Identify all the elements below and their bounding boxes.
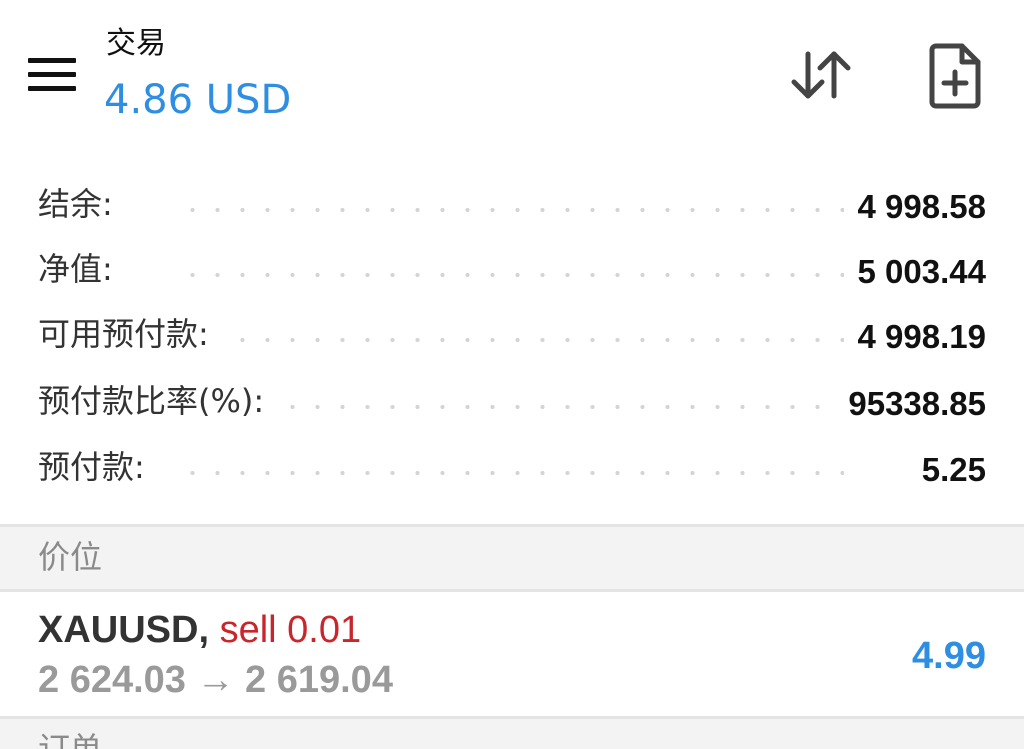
file-plus-icon bbox=[929, 43, 981, 109]
dotted-leader bbox=[180, 338, 844, 342]
free-margin-row: 可用预付款: 4 998.19 bbox=[0, 308, 1024, 362]
margin-row: 预付款: 5.25 bbox=[0, 441, 1024, 495]
dotted-leader bbox=[180, 208, 844, 212]
dotted-leader bbox=[180, 273, 844, 277]
equity-row: 净值: 5 003.44 bbox=[0, 243, 1024, 297]
dotted-leader bbox=[180, 405, 844, 409]
row-value: 95338.85 bbox=[834, 383, 986, 425]
row-label: 可用预付款: bbox=[38, 314, 223, 354]
row-label: 预付款比率(%): bbox=[38, 381, 279, 421]
total-profit: 4.86 USD bbox=[104, 77, 292, 123]
balance-row: 结余: 4 998.58 bbox=[0, 178, 1024, 232]
row-value: 5.25 bbox=[907, 449, 986, 491]
row-value: 4 998.58 bbox=[843, 186, 986, 228]
row-label: 净值: bbox=[38, 249, 127, 289]
position-symbol: XAUUSD, bbox=[38, 609, 210, 651]
position-side: sell 0.01 bbox=[219, 609, 362, 651]
page-title: 交易 bbox=[106, 26, 166, 61]
row-label: 预付款: bbox=[38, 447, 159, 487]
sort-button[interactable] bbox=[786, 46, 856, 104]
position-prices: 2 624.03 → 2 619.04 bbox=[38, 659, 393, 701]
app-header: 交易 4.86 USD bbox=[0, 0, 1024, 150]
dotted-leader bbox=[180, 471, 844, 475]
orders-section-header[interactable]: 订单 bbox=[0, 716, 1024, 749]
positions-section-header[interactable]: 价位 bbox=[0, 524, 1024, 592]
sort-arrows-icon bbox=[791, 51, 851, 99]
position-row[interactable]: XAUUSD, sell 0.01 2 624.03 → 2 619.04 4.… bbox=[0, 594, 1024, 718]
row-value: 5 003.44 bbox=[843, 251, 986, 293]
row-value: 4 998.19 bbox=[843, 316, 986, 358]
position-title: XAUUSD, sell 0.01 bbox=[38, 608, 361, 654]
position-profit: 4.99 bbox=[912, 635, 986, 677]
menu-button[interactable] bbox=[22, 52, 82, 98]
section-title: 订单 bbox=[38, 730, 103, 749]
margin-level-row: 预付款比率(%): 95338.85 bbox=[0, 375, 1024, 429]
new-order-button[interactable] bbox=[924, 40, 988, 110]
trade-screen: 交易 4.86 USD 结余: 4 998.58 净值: 5 003.44 可用… bbox=[0, 0, 1024, 749]
row-label: 结余: bbox=[38, 184, 127, 224]
section-title: 价位 bbox=[38, 538, 103, 576]
